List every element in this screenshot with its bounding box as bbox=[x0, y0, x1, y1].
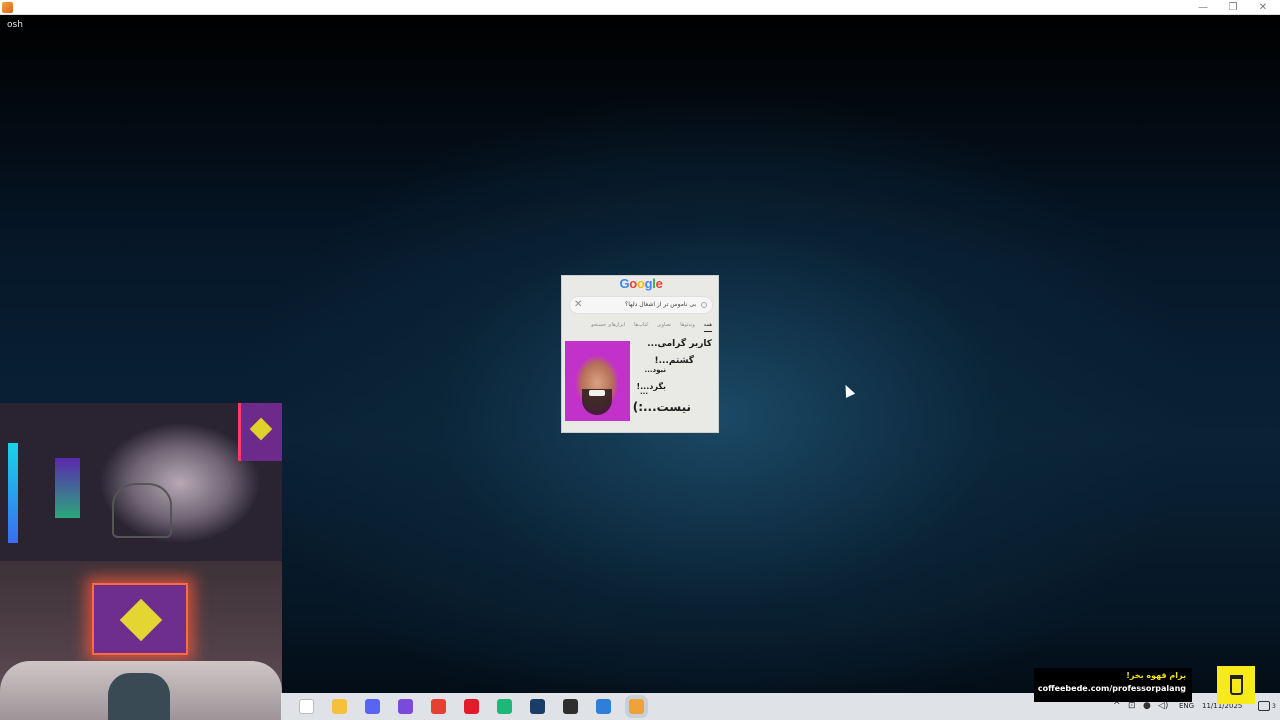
meme-tab-videos: ویدئوها bbox=[680, 322, 695, 328]
wheelchair bbox=[112, 483, 172, 538]
meme-tab-images: تصاویر bbox=[657, 322, 672, 328]
photos-icon[interactable] bbox=[596, 699, 611, 714]
green-app-icon[interactable] bbox=[497, 699, 512, 714]
purple-app-icon[interactable] bbox=[398, 699, 413, 714]
google-logo-letter: e bbox=[655, 276, 663, 291]
coffee-text: برام قهوه بخر! bbox=[1126, 671, 1186, 680]
steam-icon[interactable] bbox=[530, 699, 545, 714]
webcam-feed-top bbox=[0, 403, 282, 561]
discord-icon[interactable] bbox=[365, 699, 380, 714]
cup-shape bbox=[1230, 675, 1243, 695]
meme-text-line: نیست...:) bbox=[632, 400, 691, 414]
razer-icon[interactable] bbox=[563, 699, 578, 714]
meme-text-line: گشتم...! bbox=[654, 356, 695, 366]
google-logo-letter: o bbox=[636, 276, 645, 291]
coffee-cup-icon bbox=[1217, 666, 1255, 704]
meme-search-text: بی ناموس تر از اشغال دلها؟ bbox=[625, 301, 696, 308]
app-icon bbox=[2, 2, 13, 13]
meme-tab-all: همه bbox=[703, 322, 712, 332]
file-explorer-icon[interactable] bbox=[332, 699, 347, 714]
window-titlebar: — ❐ ✕ bbox=[0, 0, 1280, 15]
meme-mouth bbox=[589, 390, 605, 396]
webcam-feed-bottom bbox=[0, 561, 282, 720]
coffee-donation-banner: برام قهوه بخر! coffeebede.com/professorp… bbox=[1034, 668, 1192, 702]
chrome-icon[interactable] bbox=[431, 699, 446, 714]
meme-tab-tools: ابزارهای جستجو bbox=[591, 322, 626, 328]
google-logo-letter: o bbox=[629, 276, 637, 291]
meme-text-line: ... bbox=[640, 388, 648, 396]
google-logo-letter: G bbox=[619, 276, 630, 291]
meme-text-line: کاربر گرامی... bbox=[647, 339, 712, 349]
close-button[interactable]: ✕ bbox=[1248, 0, 1278, 15]
rgb-light bbox=[8, 443, 18, 543]
minimize-button[interactable]: — bbox=[1188, 0, 1218, 15]
meme-search-box: ✕ بی ناموس تر از اشغال دلها؟ bbox=[570, 297, 712, 313]
pc-case-light bbox=[55, 458, 80, 518]
file-icon[interactable] bbox=[299, 699, 314, 714]
search-icon bbox=[701, 302, 707, 308]
wall-flag bbox=[92, 583, 188, 655]
opera-icon[interactable] bbox=[464, 699, 479, 714]
coffee-url: coffeebede.com/professorpalang bbox=[1037, 684, 1186, 693]
streaming-app-icon[interactable] bbox=[629, 699, 644, 714]
person bbox=[108, 673, 170, 720]
meme-text-line: نبود... bbox=[644, 366, 666, 374]
restore-button[interactable]: ❐ bbox=[1218, 0, 1248, 15]
clear-icon: ✕ bbox=[574, 299, 583, 310]
meme-image: Google ✕ بی ناموس تر از اشغال دلها؟ همه … bbox=[561, 275, 719, 433]
notification-count: 3 bbox=[1272, 703, 1276, 710]
wall-flag bbox=[238, 403, 282, 461]
meme-tab-books: کتاب‌ها bbox=[634, 322, 649, 328]
window-label: osh bbox=[7, 20, 23, 30]
meme-tabs: همه ویدئوها تصاویر کتاب‌ها ابزارهای جستج… bbox=[570, 322, 712, 332]
meme-face-photo bbox=[565, 341, 630, 421]
notification-icon[interactable] bbox=[1258, 701, 1270, 711]
google-logo: Google bbox=[562, 276, 720, 291]
